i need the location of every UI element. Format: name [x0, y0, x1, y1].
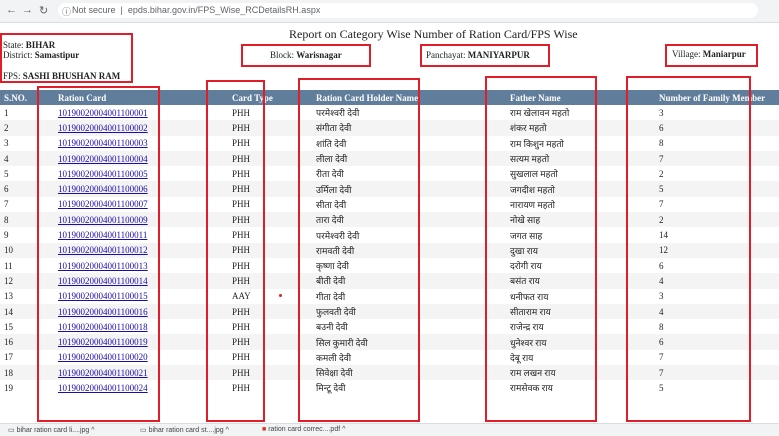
file-icon: ▭ [140, 427, 149, 434]
download-item-1-label: bihar ration card li....jpg [16, 427, 90, 434]
download-item-3-label: ration card correc....pdf [268, 426, 341, 433]
district-label: District: [3, 50, 33, 60]
download-item-2[interactable]: ▭ bihar ration card st....jpg ^ [140, 426, 229, 434]
highlight-box-father-name-column [485, 76, 597, 422]
page-title: Report on Category Wise Number of Ration… [289, 27, 578, 41]
browser-toolbar: ← → ↻ ⓘ Not secure | epds.bihar.gov.in/F… [0, 0, 779, 23]
url-text[interactable]: Not secure | epds.bihar.gov.in/FPS_Wise_… [72, 5, 320, 15]
file-icon: ▭ [8, 427, 17, 434]
url-separator: | [118, 5, 126, 15]
state-label: State: [3, 40, 24, 50]
chevron-up-icon[interactable]: ^ [224, 427, 229, 434]
panchayat-label: Panchayat: [426, 50, 466, 60]
fps-value: SASHI BHUSHAN RAM [22, 71, 121, 81]
fps-label: FPS: [3, 71, 21, 81]
village-value: Maniarpur [702, 49, 746, 59]
security-label: Not secure [72, 5, 116, 15]
state-info: State: BIHAR [3, 40, 55, 50]
block-label: Block: [270, 50, 294, 60]
download-item-2-label: bihar ration card st....jpg [148, 427, 224, 434]
village-info: Village: Maniarpur [672, 49, 746, 59]
reload-icon[interactable]: ↻ [39, 4, 48, 17]
village-label: Village: [672, 49, 701, 59]
block-value: Warisnagar [296, 50, 342, 60]
fps-info: FPS: SASHI BHUSHAN RAM [3, 71, 120, 81]
highlight-box-holder-name-column [298, 78, 420, 422]
forward-icon[interactable]: → [22, 4, 33, 16]
download-item-1[interactable]: ▭ bihar ration card li....jpg ^ [8, 426, 95, 434]
panchayat-value: MANIYARPUR [467, 50, 530, 60]
back-icon[interactable]: ← [6, 4, 17, 16]
red-dot-marker [279, 294, 282, 297]
district-info: District: Samastipur [3, 50, 79, 60]
highlight-box-card-type-column [206, 80, 265, 422]
download-item-3[interactable]: ■ ration card correc....pdf ^ [262, 426, 345, 433]
block-info: Block: Warisnagar [270, 50, 342, 60]
state-value: BIHAR [25, 40, 56, 50]
chevron-up-icon[interactable]: ^ [89, 427, 94, 434]
panchayat-info: Panchayat: MANIYARPUR [426, 50, 530, 60]
chevron-up-icon[interactable]: ^ [340, 426, 345, 433]
download-bar: ▭ bihar ration card li....jpg ^ ▭ bihar … [0, 423, 779, 436]
highlight-box-ration-card-column [37, 86, 160, 422]
info-icon[interactable]: ⓘ [62, 5, 71, 18]
url-value: epds.bihar.gov.in/FPS_Wise_RCDetailsRH.a… [127, 5, 321, 15]
district-value: Samastipur [34, 50, 80, 60]
highlight-box-family-column [626, 76, 751, 422]
